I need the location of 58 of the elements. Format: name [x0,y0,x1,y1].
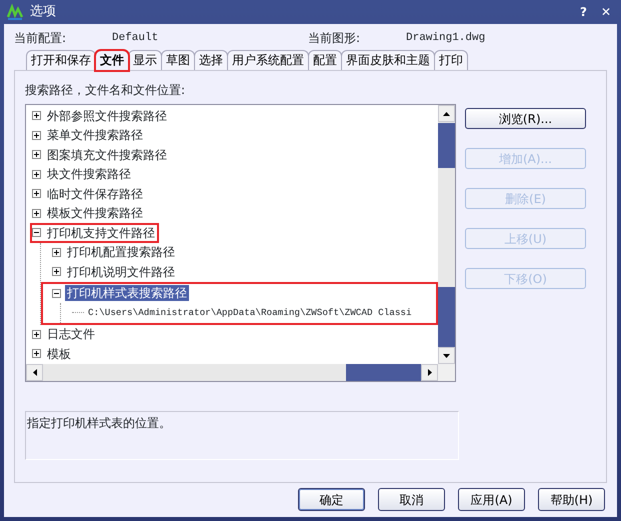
tree-item[interactable]: 菜单文件搜索路径 [45,127,145,144]
horizontal-scrollbar[interactable] [26,364,438,381]
tab[interactable]: 草图 [161,50,195,70]
dialog-button[interactable]: 应用(A) [458,488,525,511]
profile-label: 当前配置: [14,30,68,47]
scroll-up-icon[interactable] [443,112,450,116]
window-title: 选项 [30,3,57,22]
scroll-left-icon[interactable] [32,369,36,376]
expand-icon[interactable] [32,189,41,198]
expand-icon[interactable] [32,111,41,120]
expand-icon[interactable] [32,150,41,160]
dialog-button[interactable]: 帮助(H) [538,488,605,511]
expand-icon[interactable] [52,267,61,276]
expand-icon[interactable] [52,248,61,257]
scroll-down-icon[interactable] [443,354,450,358]
expand-icon[interactable] [32,208,41,218]
tab[interactable]: 打印 [434,50,468,70]
tree-label: 搜索路径，文件名和文件位置: [25,82,186,99]
tab[interactable]: 界面皮肤和主题 [341,50,435,70]
app-logo-icon [6,3,24,21]
tab[interactable]: 选择 [194,50,228,70]
tab[interactable]: 打开和保存 [26,50,96,70]
tab[interactable]: 用户系统配置 [227,50,309,70]
tree-item[interactable]: 外部参照文件搜索路径 [45,108,169,124]
collapse-icon[interactable] [52,288,61,298]
path-text[interactable]: C:\Users\Administrator\AppData\Roaming\ZWSoft\ZWCAD Classi [86,304,414,321]
expand-icon[interactable] [32,330,41,339]
expand-icon[interactable] [32,170,41,179]
dialog-button[interactable]: 取消 [378,488,445,511]
tab[interactable]: 配置 [308,50,342,70]
dialog-button[interactable]: 确定 [298,488,365,511]
expand-icon[interactable] [32,130,41,140]
scroll-thumb[interactable] [438,123,455,168]
tree-item[interactable]: 临时文件保存路径 [45,186,145,202]
drawing-label: 当前图形: [308,30,362,47]
tree-item[interactable]: 块文件搜索路径 [45,166,133,182]
expand-icon[interactable] [32,349,41,358]
close-button[interactable]: ✕ [596,3,615,21]
side-button[interactable]: 浏览(R)... [465,108,586,129]
scroll-right-icon[interactable] [428,369,432,376]
tab[interactable]: 文件 [95,50,129,71]
tree-item[interactable]: 模板文件搜索路径 [45,205,145,222]
tab[interactable]: 显示 [128,50,162,70]
description-text: 指定打印机样式表的位置。 [25,411,459,460]
profile-value: Default [112,30,160,46]
tree-item[interactable]: 模板 [45,346,73,362]
tree-item[interactable]: 打印机配置搜索路径 [65,244,177,260]
drawing-value: Drawing1.dwg [406,30,486,46]
vertical-scrollbar[interactable] [438,105,455,364]
tree-item[interactable]: 日志文件 [45,326,97,342]
scrollbar-corner [438,364,455,381]
collapse-icon[interactable] [32,228,41,238]
tree-item[interactable]: 打印机说明文件路径 [65,264,177,280]
help-button[interactable]: ? [576,3,591,21]
tree-item[interactable]: 图案填充文件搜索路径 [45,146,169,163]
scroll-thumb[interactable] [438,287,455,347]
tree-item[interactable]: 打印机样式表搜索路径 [65,285,189,302]
tree-item[interactable]: 打印机支持文件路径 [45,224,157,241]
